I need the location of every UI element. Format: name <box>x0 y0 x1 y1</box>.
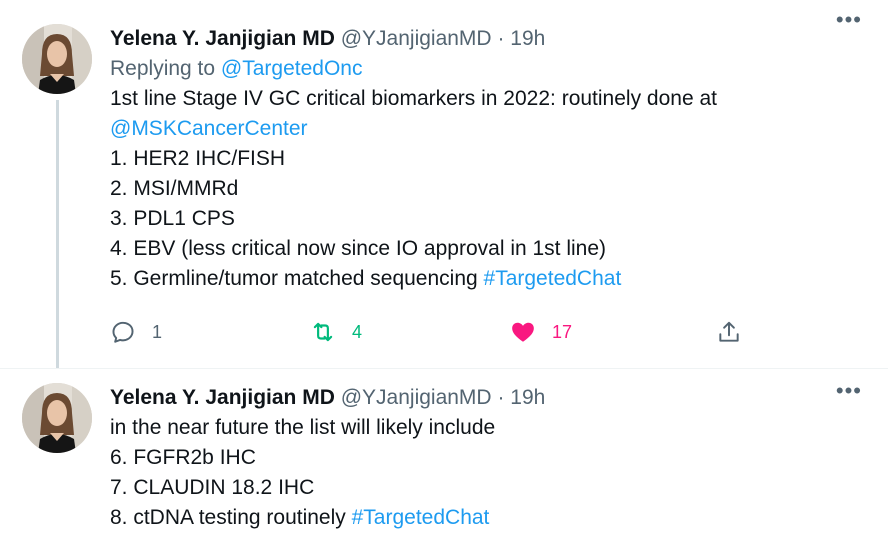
like-count: 17 <box>552 321 573 342</box>
more-icon: ••• <box>835 378 862 403</box>
more-options-button[interactable]: ••• <box>835 7 862 32</box>
tweet[interactable]: Yelena Y. Janjigian MD @YJanjigianMD · 1… <box>0 368 888 537</box>
tweet-text-line: 5. Germline/tumor matched sequencing #Ta… <box>110 264 858 294</box>
share-icon <box>719 321 739 342</box>
retweet-button[interactable]: 4 <box>310 314 362 350</box>
tweet-text-line: 6. FGFR2b IHC <box>110 446 256 469</box>
tweet[interactable]: Yelena Y. Janjigian MD @YJanjigianMD · 1… <box>0 0 888 368</box>
share-button[interactable] <box>716 314 742 350</box>
tweet-timestamp[interactable]: 19h <box>510 386 545 409</box>
retweet-icon <box>313 322 333 342</box>
avatar[interactable] <box>22 24 92 94</box>
like-button[interactable]: 17 <box>510 314 572 350</box>
tweet-text-line: 1. HER2 IHC/FISH <box>110 147 286 170</box>
author-handle[interactable]: @YJanjigianMD <box>341 386 492 409</box>
reply-icon <box>112 321 134 343</box>
hashtag-link[interactable]: #TargetedChat <box>484 267 622 290</box>
tweet-text-line: 7. CLAUDIN 18.2 IHC <box>110 476 315 499</box>
tweet-header: Yelena Y. Janjigian MD @YJanjigianMD · 1… <box>110 383 858 413</box>
tweet-text-line: 3. PDL1 CPS <box>110 207 235 230</box>
reply-mention-link[interactable]: @TargetedOnc <box>221 57 363 80</box>
reply-button[interactable]: 1 <box>110 314 162 350</box>
tweet-content: Yelena Y. Janjigian MD @YJanjigianMD · 1… <box>110 24 858 294</box>
tweet-text: in the near future the list will likely … <box>110 413 858 533</box>
separator-dot: · <box>497 27 505 50</box>
separator-dot: · <box>497 386 505 409</box>
tweet-text-line: 4. EBV (less critical now since IO appro… <box>110 237 607 260</box>
hashtag-link[interactable]: #TargetedChat <box>352 506 490 529</box>
author-name[interactable]: Yelena Y. Janjigian MD <box>110 27 335 50</box>
reply-count: 1 <box>152 321 163 342</box>
tweet-content: Yelena Y. Janjigian MD @YJanjigianMD · 1… <box>110 383 858 533</box>
tweet-text-segment: 5. Germline/tumor matched sequencing <box>110 267 484 290</box>
tweet-text-segment: 8. ctDNA testing routinely <box>110 506 352 529</box>
tweet-header: Yelena Y. Janjigian MD @YJanjigianMD · 1… <box>110 24 858 54</box>
tweet-actions: 1 4 17 <box>110 314 760 350</box>
avatar[interactable] <box>22 383 92 453</box>
profile-photo-icon <box>22 383 92 453</box>
more-options-button[interactable]: ••• <box>835 378 862 403</box>
retweet-count: 4 <box>352 321 363 342</box>
author-handle[interactable]: @YJanjigianMD <box>341 27 492 50</box>
tweet-timestamp[interactable]: 19h <box>510 27 545 50</box>
replying-to: Replying to @TargetedOnc <box>110 54 858 84</box>
heart-icon <box>512 322 534 342</box>
tweet-text-line: in the near future the list will likely … <box>110 416 496 439</box>
tweet-text-line: 1st line Stage IV GC critical biomarkers… <box>110 87 717 110</box>
thread-connector-line <box>56 100 59 368</box>
author-name[interactable]: Yelena Y. Janjigian MD <box>110 386 335 409</box>
profile-photo-icon <box>22 24 92 94</box>
more-icon: ••• <box>835 7 862 32</box>
tweet-text-line: 2. MSI/MMRd <box>110 177 239 200</box>
tweet-text-line: 8. ctDNA testing routinely #TargetedChat <box>110 503 858 533</box>
mention-link[interactable]: @MSKCancerCenter <box>110 114 858 144</box>
tweet-text: 1st line Stage IV GC critical biomarkers… <box>110 84 858 294</box>
replying-to-label: Replying to <box>110 57 221 80</box>
